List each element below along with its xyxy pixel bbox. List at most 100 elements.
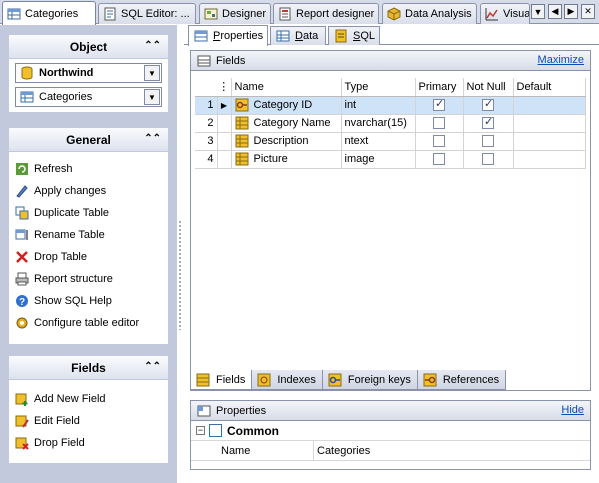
rename-table-icon — [15, 229, 28, 240]
action-label: Duplicate Table — [34, 207, 110, 219]
primary-cell[interactable] — [415, 150, 464, 169]
drop-field-action[interactable]: Drop Field — [9, 432, 168, 454]
field-type-cell[interactable]: ntext — [341, 132, 416, 151]
edit-field-action[interactable]: Edit Field — [9, 410, 168, 432]
duplicate-table-action[interactable]: Duplicate Table — [9, 202, 168, 224]
configure-icon — [16, 317, 28, 329]
tab-label: SQL — [353, 30, 376, 42]
field-name-cell[interactable]: Category Name — [231, 114, 342, 133]
primary-checkbox[interactable] — [433, 117, 445, 130]
field-name-cell[interactable]: Category ID — [231, 96, 342, 115]
fields-group-header[interactable]: Fields ⌃⌃ — [9, 356, 168, 380]
doc-tab-report-designer[interactable]: Report designer — [273, 3, 379, 24]
column-header-type[interactable]: Type — [341, 78, 416, 97]
not-null-cell[interactable] — [463, 150, 514, 169]
field-type-cell[interactable]: int — [341, 96, 416, 115]
not-null-cell[interactable] — [463, 132, 514, 151]
collapse-chevron-icon[interactable]: ⌃⌃ — [144, 361, 161, 372]
primary-checkbox[interactable] — [433, 97, 445, 112]
scroll-tabs-right-button[interactable]: ▶ — [564, 4, 578, 19]
drop-table-action[interactable]: Drop Table — [9, 246, 168, 268]
group-box-icon — [209, 424, 222, 437]
not-null-checkbox[interactable] — [482, 115, 494, 130]
report-structure-action[interactable]: Report structure — [9, 268, 168, 290]
collapse-minus-icon[interactable]: − — [196, 426, 205, 435]
table-row[interactable]: 3 Description ntext — [195, 132, 586, 151]
field-type-cell[interactable]: image — [341, 150, 416, 169]
database-select[interactable]: Northwind ▼ — [15, 63, 162, 83]
default-cell[interactable] — [513, 132, 586, 151]
tab-sql[interactable]: SQL — [328, 26, 380, 45]
collapse-chevron-icon[interactable]: ⌃⌃ — [144, 133, 161, 144]
default-cell[interactable] — [513, 150, 586, 169]
foreign-key-icon — [328, 373, 342, 386]
tab-properties[interactable]: Properties — [188, 25, 268, 46]
collapse-chevron-icon[interactable]: ⌃⌃ — [144, 40, 161, 51]
tab-label: References — [442, 373, 500, 386]
field-name: Category Name — [253, 116, 331, 129]
property-group-common[interactable]: − Common — [191, 421, 590, 441]
not-null-cell[interactable] — [463, 114, 514, 133]
table-row[interactable]: 1 ▶ Category ID int — [195, 96, 586, 115]
add-new-field-action[interactable]: Add New Field — [9, 388, 168, 410]
not-null-checkbox[interactable] — [482, 153, 494, 166]
primary-cell[interactable] — [415, 96, 464, 115]
table-select[interactable]: Categories ▼ — [15, 87, 162, 107]
primary-checkbox[interactable] — [433, 135, 445, 148]
primary-cell[interactable] — [415, 132, 464, 151]
maximize-link[interactable]: Maximize — [538, 54, 584, 66]
not-null-cell[interactable] — [463, 96, 514, 115]
doc-tab-visual[interactable]: Visua — [480, 3, 530, 24]
tab-references[interactable]: References — [416, 370, 507, 390]
default-cell[interactable] — [513, 114, 586, 133]
field-type-cell[interactable]: nvarchar(15) — [341, 114, 416, 133]
doc-tab-sql-editor[interactable]: SQL Editor: ... — [98, 3, 196, 24]
dropdown-arrow-icon[interactable]: ▼ — [144, 89, 160, 105]
properties-section-header: Properties Hide — [191, 401, 590, 421]
doc-tab-label: Designer — [222, 8, 267, 20]
column-header-primary[interactable]: Primary — [415, 78, 464, 97]
data-analysis-icon — [387, 7, 401, 21]
not-null-checkbox[interactable] — [482, 97, 494, 112]
doc-tab-data-analysis[interactable]: Data Analysis — [382, 3, 477, 24]
row-number: 2 — [195, 114, 218, 133]
hide-link[interactable]: Hide — [561, 404, 584, 416]
edit-field-icon — [15, 415, 29, 428]
column-chooser-icon[interactable]: ⋮ — [217, 78, 232, 97]
tab-list-dropdown-button[interactable]: ▼ — [531, 4, 545, 19]
tab-data[interactable]: Data — [270, 26, 326, 45]
table-row[interactable]: 2 Category Name nvarchar(15) — [195, 114, 586, 133]
table-editor-area: Properties Data SQL Fields Maximize ⋮ Na… — [184, 25, 599, 483]
database-icon — [21, 66, 33, 80]
tab-indexes[interactable]: Indexes — [251, 370, 323, 390]
field-name-cell[interactable]: Description — [231, 132, 342, 151]
refresh-action[interactable]: Refresh — [9, 158, 168, 180]
close-tab-button[interactable]: ✕ — [581, 4, 595, 19]
panel-splitter[interactable] — [178, 220, 182, 330]
object-group-header[interactable]: Object ⌃⌃ — [9, 35, 168, 59]
dropdown-arrow-icon[interactable]: ▼ — [144, 65, 160, 81]
table-row[interactable]: 4 Picture image — [195, 150, 586, 169]
doc-tab-categories[interactable]: Categories — [2, 1, 96, 25]
field-name-cell[interactable]: Picture — [231, 150, 342, 169]
tab-fields[interactable]: Fields — [190, 370, 253, 390]
primary-checkbox[interactable] — [433, 153, 445, 166]
configure-table-editor-action[interactable]: Configure table editor — [9, 312, 168, 334]
property-row[interactable]: Name Categories — [191, 440, 590, 461]
show-sql-help-action[interactable]: ? Show SQL Help — [9, 290, 168, 312]
column-header-name[interactable]: Name — [231, 78, 342, 97]
default-cell[interactable] — [513, 96, 586, 115]
general-group-header[interactable]: General ⌃⌃ — [9, 128, 168, 152]
apply-changes-action[interactable]: Apply changes — [9, 180, 168, 202]
section-title: Properties — [216, 404, 267, 417]
primary-cell[interactable] — [415, 114, 464, 133]
tab-foreign-keys[interactable]: Foreign keys — [321, 370, 418, 390]
scroll-tabs-left-button[interactable]: ◀ — [548, 4, 562, 19]
property-value[interactable]: Categories — [314, 445, 370, 457]
doc-tab-designer[interactable]: Designer — [199, 3, 271, 24]
not-null-checkbox[interactable] — [482, 135, 494, 148]
rename-table-action[interactable]: Rename Table — [9, 224, 168, 246]
column-header-not-null[interactable]: Not Null — [463, 78, 514, 97]
field-name: Category ID — [253, 98, 313, 111]
column-header-default[interactable]: Default — [513, 78, 586, 97]
